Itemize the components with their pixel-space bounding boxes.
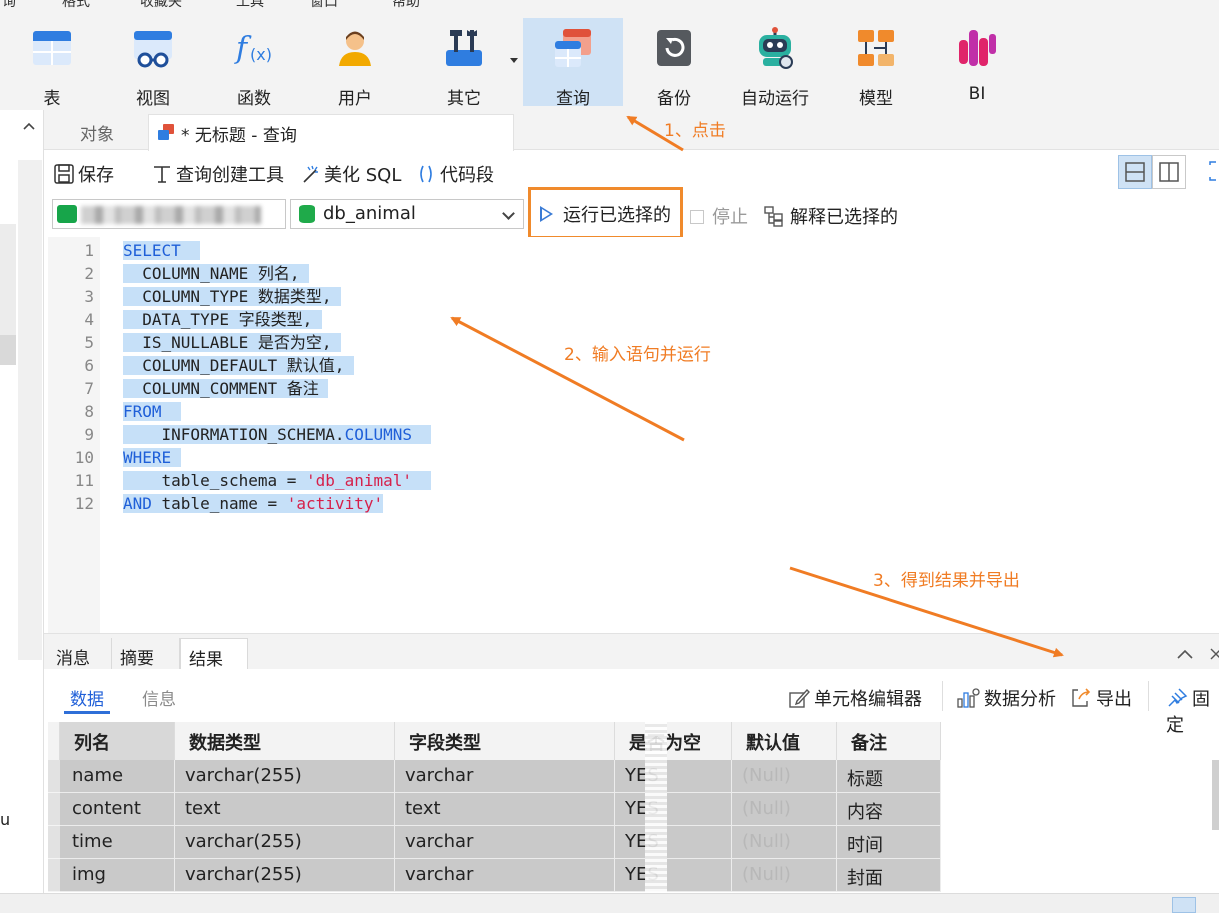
arrow-to-editor [450, 316, 685, 442]
annotation-step-2: 2、输入语句并运行 [564, 345, 711, 365]
annotation-step-1: 1、点击 [664, 121, 726, 141]
annotation-arrows [450, 115, 1064, 658]
annotation-step-3: 3、得到结果并导出 [873, 571, 1020, 591]
